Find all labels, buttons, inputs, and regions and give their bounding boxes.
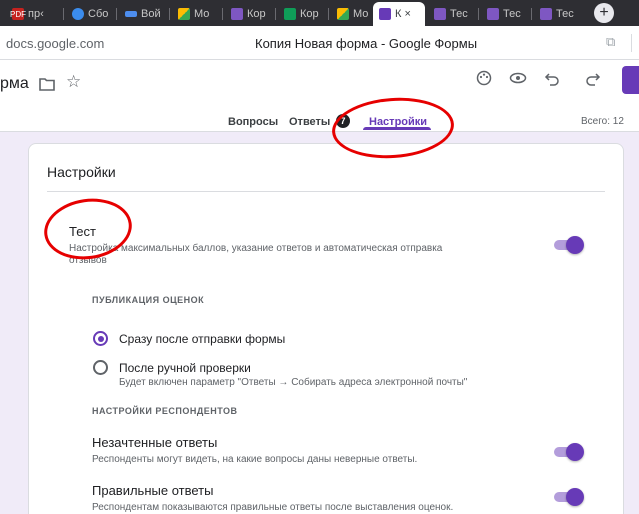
tab-questions[interactable]: Вопросы (228, 116, 278, 132)
correct-answers-description: Респондентам показываются правильные отв… (92, 502, 454, 513)
url-domain[interactable]: docs.google.com (6, 36, 104, 51)
tab-separator (478, 8, 479, 20)
tab-separator (116, 8, 117, 20)
browser-tab-label: Сбо (88, 8, 109, 20)
respondent-section-heading: НАСТРОЙКИ РЕСПОНДЕНТОВ (92, 406, 238, 416)
drive-favicon-icon (178, 8, 190, 20)
browser-tab-pdf[interactable]: PDF пр‹ (6, 2, 60, 26)
divider (47, 191, 605, 192)
radio-manual-review[interactable] (93, 360, 108, 375)
browser-tab-label: Тес (503, 8, 521, 20)
missed-answers-title: Незачтенные ответы (92, 435, 218, 450)
tab-responses[interactable]: Ответы (289, 116, 330, 132)
toggle-knob (566, 236, 584, 254)
undo-icon[interactable] (541, 70, 563, 91)
browser-tab[interactable]: Мо (331, 2, 375, 26)
forms-header: рма ☆ Вопросы Ответы Настройки (0, 60, 639, 132)
radio-label[interactable]: Сразу после отправки формы (119, 332, 285, 346)
browser-tab[interactable]: Вой (119, 2, 167, 26)
mail-favicon-icon (125, 11, 137, 17)
tab-separator (328, 8, 329, 20)
total-points: Всего: 12 (581, 116, 624, 127)
browser-tab-label: пр‹ (28, 8, 44, 20)
open-in-window-icon[interactable]: ⧉ (606, 34, 615, 50)
forms-favicon-icon (434, 8, 446, 20)
missed-answers-toggle[interactable] (554, 443, 584, 461)
star-icon[interactable]: ☆ (66, 72, 81, 92)
eye-icon[interactable] (507, 70, 529, 91)
radio-label[interactable]: После ручной проверки (119, 361, 251, 375)
tab-separator (531, 8, 532, 20)
browser-tab-strip: PDF пр‹ Сбо Вой Мо Кор Кор Мо К × Тес Те (0, 0, 639, 26)
forms-favicon-icon (540, 8, 552, 20)
tab-separator (169, 8, 170, 20)
drive-favicon-icon (337, 8, 349, 20)
page-title: Копия Новая форма - Google Формы (255, 36, 478, 51)
send-button[interactable] (622, 66, 639, 94)
browser-tab-label: Мо (194, 8, 210, 20)
new-tab-button[interactable]: + (594, 3, 614, 23)
manual-review-hint: Будет включен параметр "Ответы → Собират… (119, 377, 468, 388)
browser-tab[interactable]: Кор (225, 2, 273, 26)
form-title[interactable]: рма (0, 75, 29, 93)
divider (631, 34, 632, 52)
radio-immediately[interactable] (93, 331, 108, 346)
browser-tab-label: Вой (141, 8, 161, 20)
browser-tab[interactable]: Мо (172, 2, 220, 26)
address-bar: docs.google.com Копия Новая форма - Goog… (0, 26, 639, 60)
quiz-setting-description: Настройка максимальных баллов, указание … (69, 243, 443, 254)
browser-tab-label: К × (395, 8, 411, 20)
browser-tab[interactable]: Сбо (66, 2, 114, 26)
correct-answers-title: Правильные ответы (92, 483, 214, 498)
tab-separator (63, 8, 64, 20)
card-title: Настройки (47, 164, 116, 180)
forms-favicon-icon (379, 8, 391, 20)
toggle-knob (566, 488, 584, 506)
plus-icon: + (599, 4, 609, 21)
forms-favicon-icon (487, 8, 499, 20)
browser-tab-label: Тес (450, 8, 468, 20)
browser-tab-label: Кор (247, 8, 266, 20)
browser-tab-label: Тес (556, 8, 574, 20)
forms-favicon-icon (231, 8, 243, 20)
pdf-favicon-icon: PDF (10, 8, 26, 20)
browser-tab[interactable]: Тес (481, 2, 529, 26)
tab-separator (222, 8, 223, 20)
settings-card: Настройки Тест Настройка максимальных ба… (28, 143, 624, 514)
browser-tab[interactable]: Тес (428, 2, 476, 26)
redo-icon[interactable] (582, 70, 604, 91)
folder-icon[interactable] (39, 77, 55, 91)
missed-answers-description: Респонденты могут видеть, на какие вопро… (92, 454, 418, 465)
tab-separator (275, 8, 276, 20)
toggle-knob (566, 443, 584, 461)
browser-tab[interactable]: Тес (534, 2, 582, 26)
browser-tab-active[interactable]: К × (373, 2, 425, 26)
cloud-favicon-icon (72, 8, 84, 20)
palette-icon[interactable] (473, 70, 495, 91)
browser-tab-label: Кор (300, 8, 319, 20)
grades-section-heading: ПУБЛИКАЦИЯ ОЦЕНОК (92, 295, 205, 305)
classroom-favicon-icon (284, 8, 296, 20)
browser-tab[interactable]: Кор (278, 2, 326, 26)
quiz-toggle[interactable] (554, 236, 584, 254)
browser-tab-label: Мо (353, 8, 369, 20)
correct-answers-toggle[interactable] (554, 488, 584, 506)
